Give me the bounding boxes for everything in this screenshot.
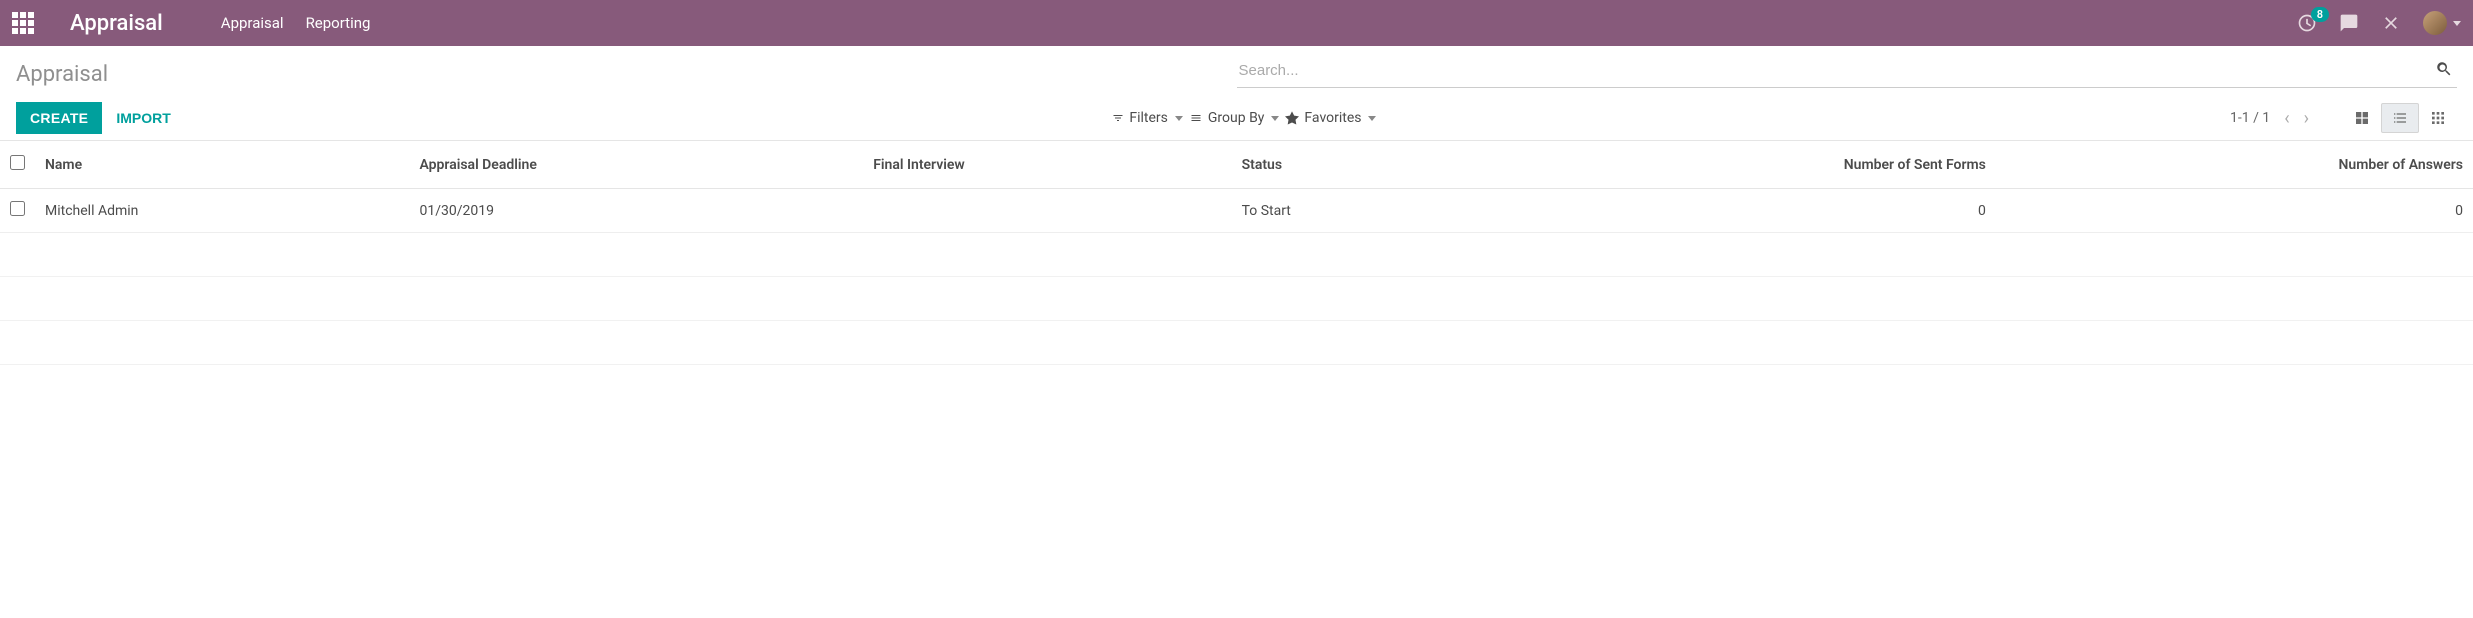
cell-sent: 0 — [1460, 189, 1995, 233]
col-interview[interactable]: Final Interview — [863, 141, 1231, 189]
app-brand[interactable]: Appraisal — [70, 11, 163, 36]
empty-row — [0, 321, 2473, 365]
top-navbar: Appraisal Appraisal Reporting 8 — [0, 0, 2473, 46]
list-view-button[interactable] — [2381, 103, 2419, 133]
groupby-dropdown[interactable]: Group By — [1189, 110, 1280, 126]
favorites-dropdown[interactable]: Favorites — [1285, 110, 1376, 126]
select-all-checkbox[interactable] — [10, 155, 25, 170]
pager-range[interactable]: 1-1 / 1 — [2230, 110, 2270, 126]
breadcrumb: Appraisal — [16, 58, 1237, 87]
table-header-row: Name Appraisal Deadline Final Interview … — [0, 141, 2473, 189]
chevron-down-icon — [1271, 116, 1279, 121]
search-icon[interactable] — [2431, 60, 2457, 82]
pager-prev[interactable]: ‹ — [2284, 108, 2289, 129]
nav-menu-appraisal[interactable]: Appraisal — [221, 14, 284, 32]
notifications-badge: 8 — [2311, 7, 2329, 22]
kanban-view-button[interactable] — [2343, 103, 2381, 133]
avatar — [2423, 11, 2447, 35]
cell-answers: 0 — [1996, 189, 2473, 233]
cell-status: To Start — [1232, 189, 1461, 233]
search-bar — [1237, 56, 2458, 88]
cell-name: Mitchell Admin — [35, 189, 409, 233]
nav-menu: Appraisal Reporting — [221, 14, 371, 32]
tools-icon[interactable] — [2381, 13, 2401, 33]
records-table: Name Appraisal Deadline Final Interview … — [0, 141, 2473, 365]
chevron-down-icon — [1175, 116, 1183, 121]
user-menu[interactable] — [2423, 11, 2461, 35]
empty-row — [0, 277, 2473, 321]
activity-icon[interactable]: 8 — [2297, 13, 2317, 33]
apps-icon[interactable] — [12, 12, 34, 34]
pager-next[interactable]: › — [2304, 108, 2309, 129]
conversations-icon[interactable] — [2339, 13, 2359, 33]
cell-deadline: 01/30/2019 — [409, 189, 863, 233]
filters-dropdown[interactable]: Filters — [1112, 110, 1183, 126]
favorites-label: Favorites — [1304, 110, 1361, 126]
empty-row — [0, 233, 2473, 277]
chevron-down-icon — [2453, 21, 2461, 26]
filters-label: Filters — [1129, 110, 1168, 126]
col-sent[interactable]: Number of Sent Forms — [1460, 141, 1995, 189]
groupby-label: Group By — [1208, 110, 1265, 126]
col-status[interactable]: Status — [1232, 141, 1461, 189]
create-button[interactable]: CREATE — [16, 102, 102, 134]
table-row[interactable]: Mitchell Admin 01/30/2019 To Start 0 0 — [0, 189, 2473, 233]
col-answers[interactable]: Number of Answers — [1996, 141, 2473, 189]
nav-menu-reporting[interactable]: Reporting — [306, 14, 371, 32]
search-input[interactable] — [1237, 56, 2432, 85]
chevron-down-icon — [1368, 116, 1376, 121]
activity-view-button[interactable] — [2419, 103, 2457, 133]
import-button[interactable]: IMPORT — [102, 102, 184, 134]
col-deadline[interactable]: Appraisal Deadline — [409, 141, 863, 189]
cell-interview — [863, 189, 1231, 233]
col-name[interactable]: Name — [35, 141, 409, 189]
row-checkbox[interactable] — [10, 201, 25, 216]
control-panel: Appraisal CREATE IMPORT Filters Group By — [0, 46, 2473, 141]
